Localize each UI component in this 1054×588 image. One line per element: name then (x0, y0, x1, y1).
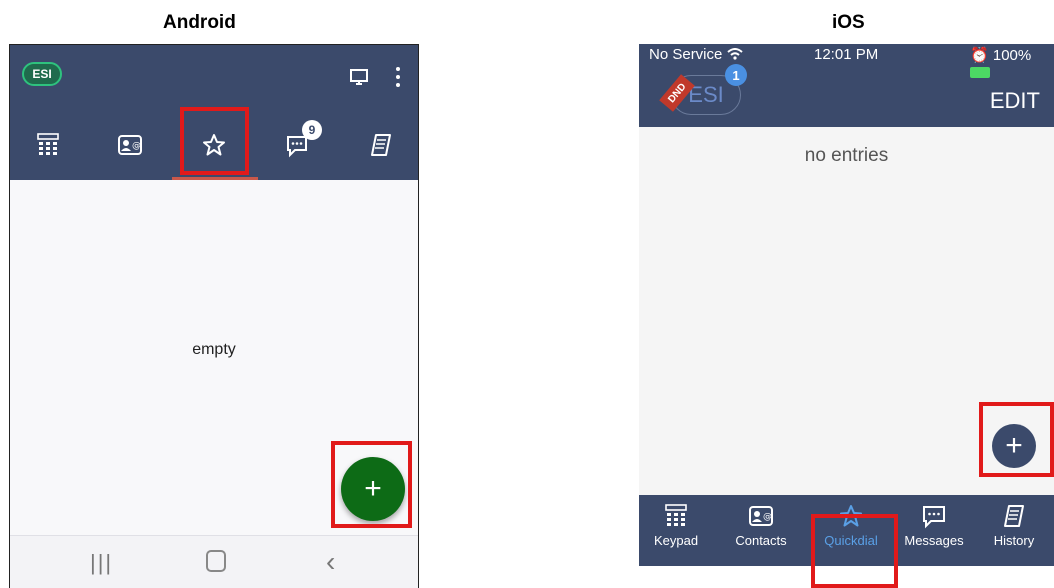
android-tab-contacts[interactable]: @ (112, 127, 148, 163)
cast-icon[interactable] (350, 69, 368, 85)
battery-status: ⏰ 100% (970, 46, 1054, 81)
svg-text:@: @ (132, 141, 141, 151)
android-tab-history[interactable] (363, 127, 399, 163)
home-icon[interactable] (206, 550, 226, 572)
contacts-icon: @ (749, 506, 773, 526)
wifi-icon (726, 48, 743, 60)
messages-badge: 9 (302, 120, 322, 140)
tab-label-messages: Messages (904, 533, 964, 548)
android-esi-logo: ESI (22, 62, 62, 86)
highlight-android-add-button (331, 441, 412, 528)
tab-label-history: History (993, 533, 1035, 548)
ios-title: iOS (832, 12, 865, 33)
carrier-text: No Service (649, 46, 723, 63)
keypad-icon (37, 133, 59, 155)
edit-button[interactable]: EDIT (990, 88, 1040, 114)
notification-badge: 1 (725, 64, 747, 86)
keypad-icon (665, 504, 687, 526)
android-title: Android (163, 12, 236, 33)
ios-tab-keypad[interactable]: Keypad (639, 503, 716, 548)
history-icon (371, 134, 391, 156)
ios-tab-history[interactable]: History (974, 503, 1054, 548)
contacts-icon: @ (118, 135, 142, 155)
tab-label-keypad: Keypad (653, 533, 699, 548)
ios-screen: No Service 12:01 PM ⏰ 100% ESI DND 1 EDI… (639, 44, 1054, 566)
overflow-menu-icon[interactable] (396, 67, 400, 87)
alarm-icon: ⏰ (970, 47, 989, 64)
messages-icon (923, 506, 945, 529)
back-icon[interactable]: ‹ (326, 546, 335, 578)
empty-message: empty (192, 341, 236, 358)
android-nav-bar: ||| ‹ (10, 535, 418, 588)
svg-text:@: @ (763, 512, 772, 522)
history-icon (1004, 505, 1024, 527)
battery-text: 100% (992, 47, 1032, 64)
ios-tab-contacts[interactable]: @ Contacts (721, 503, 801, 548)
ios-header: No Service 12:01 PM ⏰ 100% ESI DND 1 EDI… (639, 44, 1054, 127)
ios-tab-messages[interactable]: Messages (894, 503, 974, 548)
highlight-ios-quickdial-tab (811, 514, 898, 588)
highlight-android-quickdial-tab (180, 107, 249, 175)
carrier-label: No Service (649, 46, 743, 63)
status-time: 12:01 PM (814, 46, 879, 63)
recents-icon[interactable]: ||| (90, 550, 113, 576)
tab-label-contacts: Contacts (735, 533, 787, 548)
no-entries-message: no entries (804, 145, 889, 166)
highlight-ios-add-button (979, 402, 1054, 477)
battery-icon (970, 67, 990, 78)
selected-tab-indicator (172, 177, 258, 180)
android-tab-keypad[interactable] (30, 127, 66, 163)
